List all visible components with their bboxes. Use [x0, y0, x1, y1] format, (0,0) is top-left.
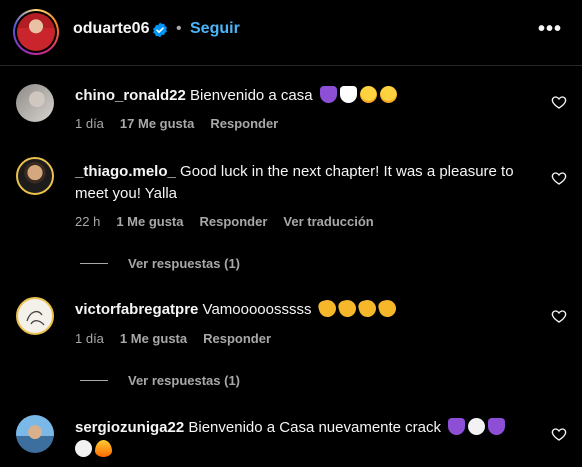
grinning-face-icon — [359, 86, 377, 103]
white-circle-icon — [468, 418, 486, 435]
comment-time[interactable]: 1 día — [75, 331, 104, 346]
commenter-username[interactable]: chino_ronald22 — [75, 87, 186, 104]
commenter-avatar[interactable] — [16, 415, 54, 453]
comment-meta: 22 h 1 Me gusta Responder Ver traducción — [75, 214, 374, 229]
purple-heart-icon — [319, 86, 337, 103]
author-username[interactable]: oduarte06 — [73, 20, 149, 38]
view-replies-button[interactable]: Ver respuestas (1) — [80, 256, 240, 271]
translate-button[interactable]: Ver traducción — [283, 214, 373, 229]
comment-text: Bienvenido a Casa nuevamente crack — [188, 419, 442, 436]
comment-text: Vamooooosssss — [202, 301, 312, 318]
clap-icon — [376, 298, 398, 319]
author-avatar[interactable] — [13, 9, 59, 55]
replies-divider — [80, 380, 108, 381]
comment-time[interactable]: 1 día — [75, 116, 104, 131]
fire-icon — [95, 440, 112, 457]
comment-meta: 1 día 17 Me gusta Responder — [75, 116, 278, 131]
clap-icon — [316, 298, 338, 319]
white-circle-icon — [75, 440, 92, 457]
replies-divider — [80, 263, 108, 264]
like-heart-icon[interactable] — [551, 94, 567, 110]
purple-heart-icon — [488, 418, 506, 435]
view-replies-label: Ver respuestas (1) — [128, 256, 241, 271]
commenter-username[interactable]: sergiozuniga22 — [75, 419, 184, 436]
comment-text: Bienvenido a casa — [190, 87, 313, 104]
white-heart-icon — [339, 86, 357, 103]
likes-count[interactable]: 17 Me gusta — [120, 116, 194, 131]
like-heart-icon[interactable] — [551, 308, 567, 324]
follow-button[interactable]: Seguir — [190, 20, 240, 38]
separator-dot: • — [176, 20, 182, 37]
like-heart-icon[interactable] — [551, 170, 567, 186]
reply-button[interactable]: Responder — [203, 331, 271, 346]
heart-eyes-icon — [379, 86, 397, 103]
sketch-logo-icon — [26, 310, 45, 326]
commenter-avatar[interactable] — [16, 157, 54, 195]
comment-meta: 1 día 1 Me gusta Responder — [75, 331, 271, 346]
comment-time[interactable]: 22 h — [75, 214, 100, 229]
commenter-avatar[interactable] — [16, 84, 54, 122]
clap-icon — [356, 298, 378, 319]
post-header: oduarte06 • Seguir ••• — [0, 0, 582, 66]
more-options-icon[interactable]: ••• — [538, 18, 562, 41]
likes-count[interactable]: 1 Me gusta — [116, 214, 183, 229]
reply-button[interactable]: Responder — [210, 116, 278, 131]
verified-badge-icon — [153, 22, 167, 38]
view-replies-button[interactable]: Ver respuestas (1) — [80, 373, 240, 388]
clap-icon — [336, 298, 358, 319]
commenter-username[interactable]: victorfabregatpre — [75, 301, 198, 318]
reply-button[interactable]: Responder — [200, 214, 268, 229]
commenter-avatar[interactable] — [16, 297, 54, 335]
purple-heart-icon — [448, 418, 466, 435]
like-heart-icon[interactable] — [551, 426, 567, 442]
commenter-username[interactable]: _thiago.melo_ — [75, 163, 176, 180]
view-replies-label: Ver respuestas (1) — [128, 373, 241, 388]
likes-count[interactable]: 1 Me gusta — [120, 331, 187, 346]
